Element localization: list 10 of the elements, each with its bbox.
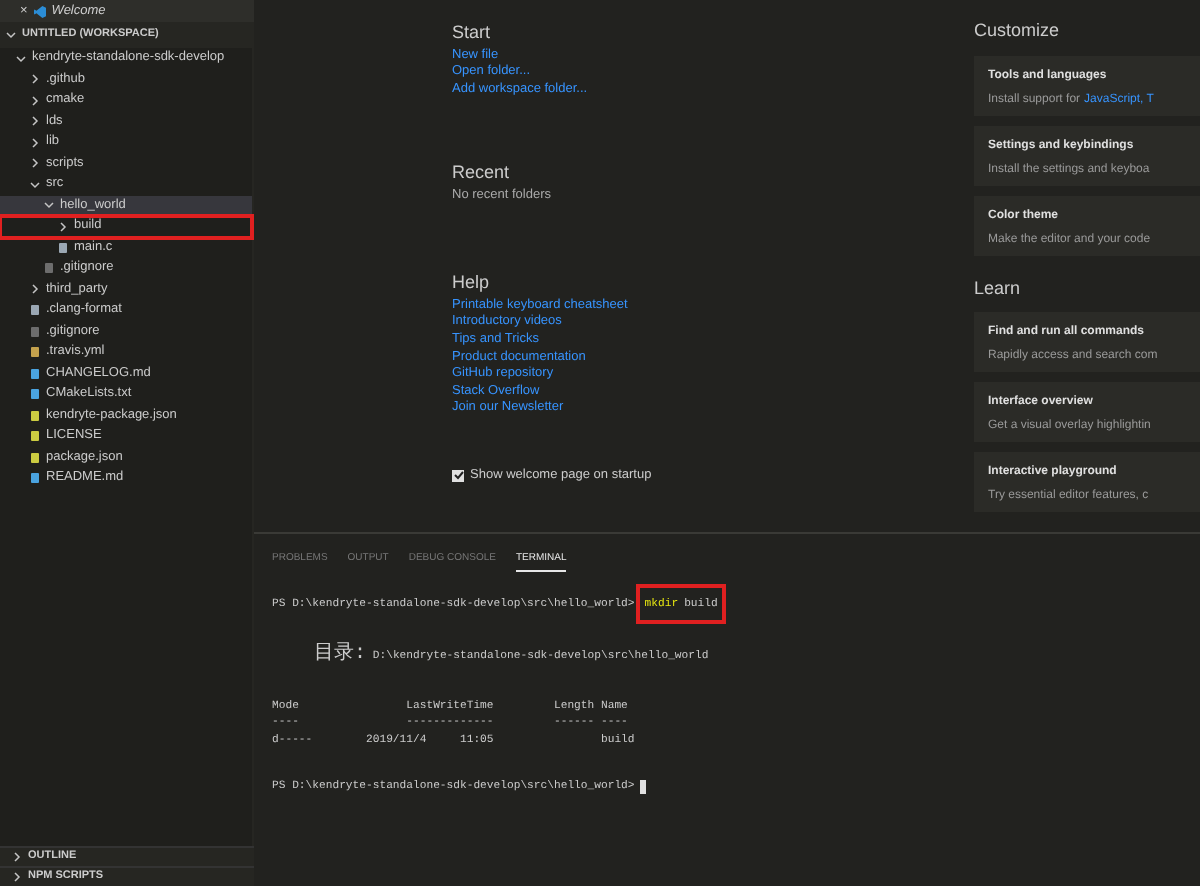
section-title: Help [452, 270, 492, 297]
chevron-right-icon [58, 221, 68, 232]
section-title: Start [452, 20, 493, 46]
chevron-down-icon [16, 53, 26, 64]
section-title: Learn [974, 275, 1023, 301]
section-title: Customize [974, 18, 1062, 44]
chevron-right-icon [30, 284, 40, 295]
section-title: Recent [452, 160, 512, 187]
chevron-down-icon [6, 30, 16, 40]
checkbox[interactable] [452, 469, 464, 482]
